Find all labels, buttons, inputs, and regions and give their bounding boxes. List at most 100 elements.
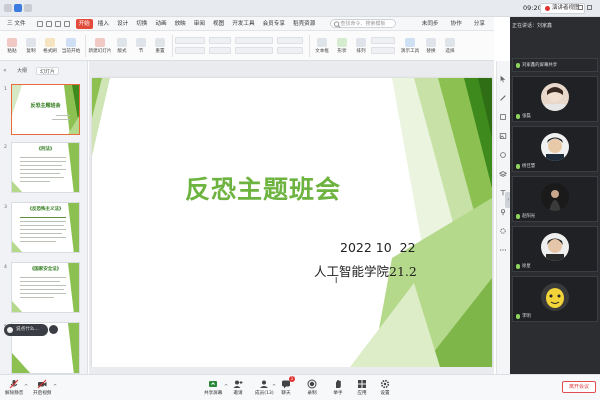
play-from-current-button[interactable]: 当前开始 [60, 33, 82, 59]
location-icon[interactable] [499, 208, 508, 217]
tab-view[interactable]: 视图 [210, 19, 227, 29]
apps-button[interactable]: 应用 [357, 378, 367, 396]
tab-review[interactable]: 审阅 [191, 19, 208, 29]
slide-thumbnail-4[interactable]: 《国家安全法》 [11, 262, 80, 313]
mic-muted-icon [9, 379, 19, 389]
raise-hand-button[interactable]: 举手 [333, 378, 343, 396]
gear-icon [380, 379, 390, 389]
slide-thumbnail-1[interactable]: 反恐主题班会 [11, 84, 80, 135]
copy-button[interactable]: 复制 [22, 33, 40, 59]
unmute-button[interactable]: 解除静音 [5, 378, 23, 396]
text-direction-button[interactable] [277, 37, 303, 44]
share-options-chevron-icon[interactable]: ^ [224, 384, 228, 390]
members-button[interactable]: 成员(13) [255, 378, 274, 396]
more-icon[interactable] [499, 246, 508, 255]
shape-tool-icon[interactable] [499, 113, 508, 122]
layout-button[interactable]: 版式 [113, 33, 131, 59]
print-icon[interactable] [45, 20, 52, 27]
participant-card[interactable]: 赵阳光 [512, 176, 598, 222]
tab-animation[interactable]: 动画 [152, 19, 169, 29]
settings-button[interactable]: 设置 [380, 378, 390, 396]
image-icon[interactable] [499, 132, 508, 141]
font-size-controls[interactable] [209, 37, 231, 54]
thumbnail-line [20, 221, 66, 222]
paragraph-controls[interactable] [235, 37, 273, 54]
chat-input-bubble[interactable]: 说点什么... [4, 324, 58, 336]
tab-resources[interactable]: 稻壳资源 [290, 19, 318, 29]
font-color-buttons[interactable] [209, 47, 231, 54]
participant-card[interactable]: 李明 [512, 276, 598, 322]
font-controls[interactable] [175, 37, 205, 54]
participant-card[interactable]: 张磊 [512, 76, 598, 122]
participant-card-presenter[interactable]: 刘家鑫的屏幕共享 [512, 58, 598, 72]
slide-thumbnail-2[interactable]: 《刑法》 [11, 142, 80, 193]
tab-member[interactable]: 会员专享 [260, 19, 288, 29]
tab-home[interactable]: 开始 [75, 18, 93, 29]
redo-icon[interactable] [63, 20, 70, 27]
menu-file[interactable]: 三 文件 [4, 19, 29, 29]
record-button[interactable]: 录制 [307, 378, 317, 396]
tab-slideshow[interactable]: 放映 [172, 19, 189, 29]
tab-developer[interactable]: 开发工具 [229, 19, 257, 29]
save-icon[interactable] [36, 20, 43, 27]
section-button[interactable]: 节 [132, 33, 150, 59]
arrange-button[interactable]: 排列 [352, 33, 370, 59]
close-icon[interactable] [587, 5, 592, 10]
slide-subtitle[interactable]: 人工智能学院21.2 [314, 261, 417, 280]
current-slide[interactable]: 反恐主题班会 2022 10 22 人工智能学院21.2 I [92, 78, 492, 367]
new-slide-button[interactable]: 新建幻灯片 [88, 33, 112, 59]
avatar [541, 183, 569, 211]
undo-icon[interactable] [54, 20, 61, 27]
tab-design[interactable]: 设计 [114, 19, 131, 29]
tab-slides[interactable]: 幻灯片 [36, 67, 60, 75]
presentation-tools-button[interactable]: 演示工具 [399, 33, 421, 59]
list-buttons[interactable] [235, 37, 273, 44]
shape-button[interactable]: 形状 [333, 33, 351, 59]
window-controls[interactable] [578, 5, 598, 12]
participant-card[interactable]: 杨佳慧 [512, 126, 598, 172]
slide-thumbnail-3[interactable]: 《反恐怖主义法》 [11, 202, 80, 253]
collaborate-button[interactable]: 协作 [448, 19, 465, 29]
chat-button[interactable]: 1 聊天 [281, 376, 295, 396]
share-screen-button[interactable]: 共享屏幕 [204, 378, 222, 396]
animation-icon[interactable] [499, 151, 508, 160]
tab-outline[interactable]: 大纲 [14, 67, 30, 75]
invite-button[interactable]: 邀请 [233, 378, 243, 396]
share-button[interactable]: 分享 [471, 19, 488, 29]
command-search-input[interactable]: 查找命令、搜索模板 [330, 19, 397, 28]
align-buttons[interactable] [235, 47, 273, 54]
tab-transition[interactable]: 切换 [133, 19, 150, 29]
status-bar [89, 367, 494, 374]
slide-date[interactable]: 2022 10 22 [340, 240, 416, 255]
select-arrow-icon[interactable] [499, 75, 508, 84]
start-video-button[interactable]: 开启视频 [33, 378, 51, 396]
font-size-select[interactable] [209, 37, 231, 44]
style-controls[interactable] [371, 37, 395, 54]
font-family-select[interactable] [175, 37, 205, 44]
outline-button[interactable] [371, 47, 395, 54]
thumbnail-line [20, 225, 64, 226]
format-painter-button[interactable]: 格式刷 [41, 33, 59, 59]
fill-button[interactable] [371, 37, 395, 44]
textbox-button[interactable]: 文本框 [312, 33, 332, 59]
slide-title[interactable]: 反恐主题班会 [178, 170, 348, 206]
reset-button[interactable]: 重置 [151, 33, 169, 59]
video-options-chevron-icon[interactable]: ^ [53, 384, 57, 390]
audio-options-chevron-icon[interactable]: ^ [24, 384, 28, 390]
emoji-icon[interactable] [49, 325, 58, 334]
text-effects-controls[interactable] [277, 37, 303, 54]
participant-card[interactable]: 徐星 [512, 226, 598, 272]
select-button[interactable]: 选择 [441, 33, 459, 59]
sync-status[interactable]: 未同步 [419, 19, 442, 29]
leave-meeting-button[interactable]: 离开会议 [562, 381, 596, 393]
tab-insert[interactable]: 插入 [95, 19, 112, 29]
members-options-chevron-icon[interactable]: ^ [272, 384, 276, 390]
layers-icon[interactable] [499, 170, 508, 179]
pen-icon[interactable] [499, 94, 508, 103]
text-align-button[interactable] [277, 47, 303, 54]
settings-gear-icon[interactable] [499, 227, 508, 236]
minimize-icon[interactable] [578, 5, 583, 10]
paste-button[interactable]: 粘贴 [3, 33, 21, 59]
font-style-buttons[interactable] [175, 47, 205, 54]
replace-button[interactable]: 替换 [422, 33, 440, 59]
